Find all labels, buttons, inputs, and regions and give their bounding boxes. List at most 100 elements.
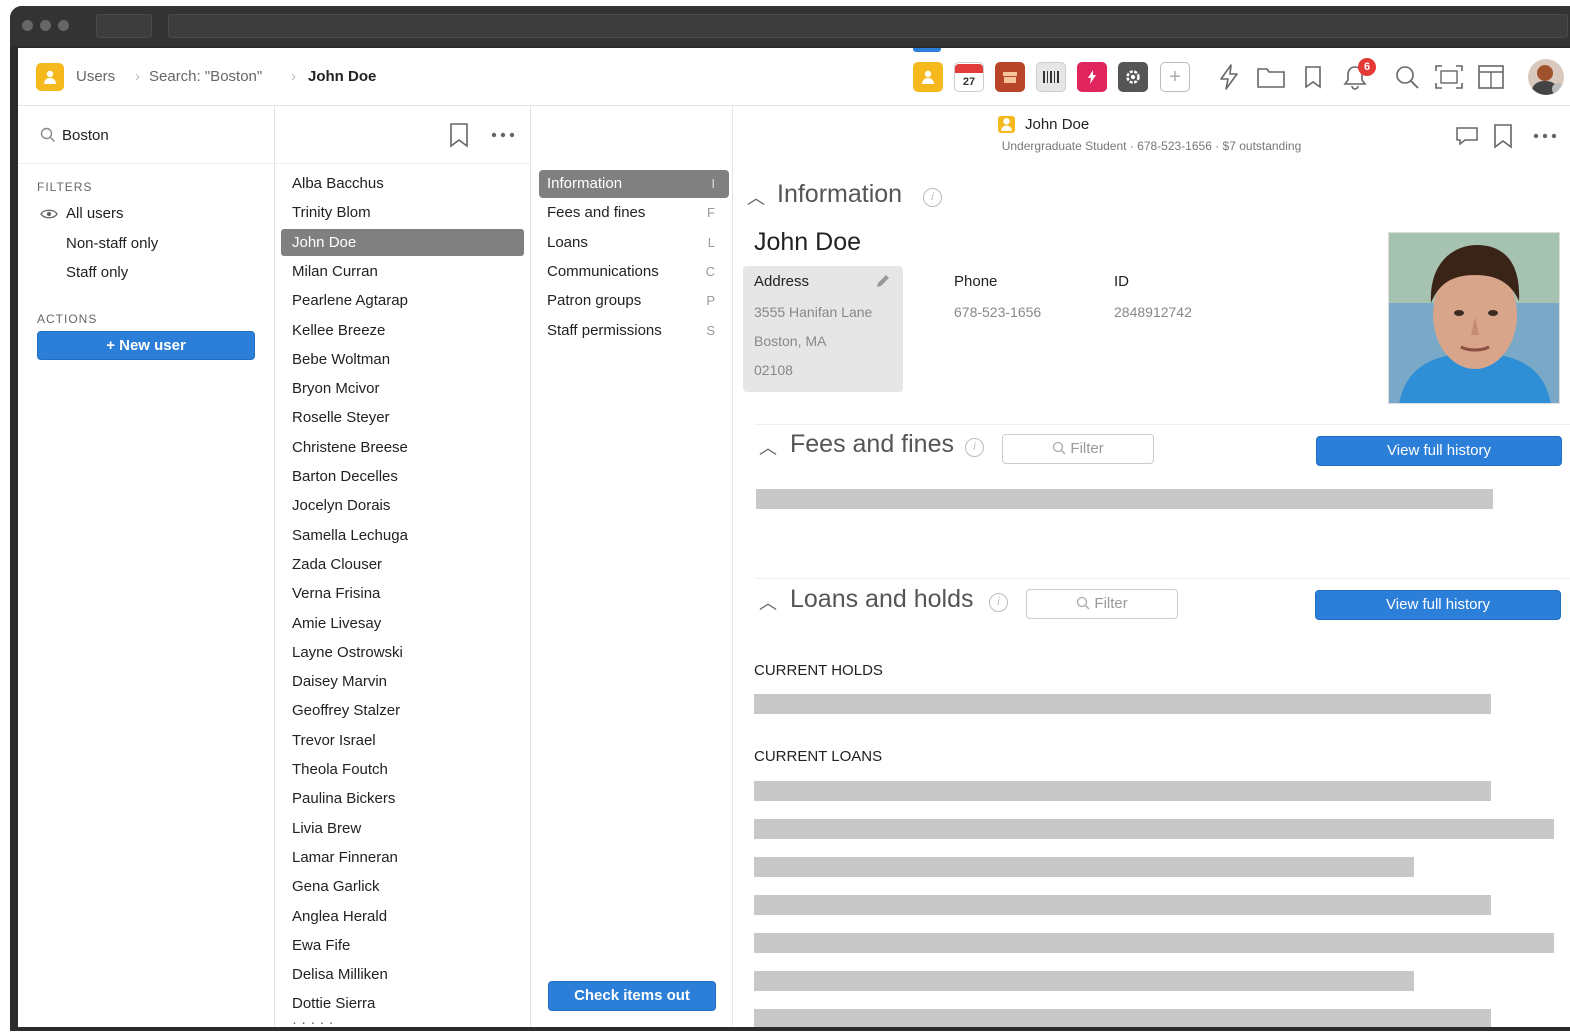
actions-label: ACTIONS [37, 312, 98, 326]
user-list-item[interactable]: Anglea Herald [281, 903, 524, 930]
user-list-item[interactable]: Trevor Israel [281, 727, 524, 754]
info-icon[interactable]: i [989, 593, 1008, 612]
more-options-icon[interactable] [1533, 133, 1557, 139]
user-avatar[interactable] [1528, 59, 1564, 95]
filter-placeholder: Filter [1094, 595, 1128, 612]
user-list-item[interactable]: Roselle Steyer [281, 404, 524, 431]
nav-shortcut-key: L [707, 234, 715, 250]
user-list-item[interactable]: Theola Foutch [281, 756, 524, 783]
nav-item-information[interactable]: Information I [539, 170, 729, 198]
address-bar[interactable] [168, 14, 1568, 38]
nav-item-patron-groups[interactable]: Patron groups P [539, 287, 729, 315]
user-list-item[interactable]: Layne Ostrowski [281, 639, 524, 666]
nav-item-label: Communications [547, 262, 659, 280]
loans-view-full-history-button[interactable]: View full history [1315, 590, 1561, 620]
user-list-item[interactable]: Kellee Breeze [281, 317, 524, 344]
nav-item-communications[interactable]: Communications C [539, 258, 729, 286]
user-photo [1388, 232, 1560, 404]
fullscreen-icon[interactable] [1432, 60, 1466, 94]
more-options-icon[interactable] [491, 132, 515, 138]
collapse-chevron-icon[interactable]: ︿ [759, 434, 777, 460]
user-list-item[interactable]: Geoffrey Stalzer [281, 697, 524, 724]
users-app-button[interactable] [913, 62, 943, 92]
user-list-item[interactable]: Amie Livesay [281, 610, 524, 637]
user-list-item[interactable]: Dottie Sierra [281, 990, 524, 1017]
user-list-item[interactable]: Trinity Blom [281, 199, 524, 226]
fees-fines-heading: Fees and fines [790, 430, 954, 458]
new-user-button[interactable]: + New user [37, 331, 255, 360]
user-list-item[interactable]: Ewa Fife [281, 932, 524, 959]
user-list-item[interactable]: Alba Bacchus [281, 170, 524, 197]
settings-gear-icon[interactable] [1118, 62, 1148, 92]
nav-shortcut-key: S [706, 322, 715, 338]
user-list-item[interactable]: Livia Brew [281, 815, 524, 842]
search-icon [1077, 596, 1090, 610]
loading-placeholder-bar [756, 489, 1493, 509]
search-icon [1053, 441, 1066, 455]
user-list-item[interactable]: Christene Breese [281, 434, 524, 461]
user-list-item[interactable]: Barton Decelles [281, 463, 524, 490]
user-list-item[interactable]: Daisey Marvin [281, 668, 524, 695]
address-card[interactable]: Address 3555 Hanifan Lane Boston, MA 021… [743, 266, 903, 392]
user-list-item[interactable]: Pearlene Agtarap [281, 287, 524, 314]
maximize-window-dot[interactable] [58, 20, 69, 31]
search-icon[interactable] [1390, 60, 1424, 94]
edit-pencil-icon[interactable] [875, 273, 891, 289]
record-subtitle: Undergraduate Student · 678-523-1656 · $… [1001, 139, 1302, 153]
loading-placeholder-bar [754, 694, 1491, 714]
filters-label: FILTERS [37, 180, 93, 194]
user-list-item[interactable]: Verna Frisina [281, 580, 524, 607]
breadcrumb-search[interactable]: Search: "Boston" [149, 68, 262, 85]
user-list-item[interactable]: Jocelyn Dorais [281, 492, 524, 519]
user-list-item[interactable]: Gena Garlick [281, 873, 524, 900]
info-icon[interactable]: i [965, 438, 984, 457]
nav-item-fees-and-fines[interactable]: Fees and fines F [539, 199, 729, 227]
breadcrumb-app[interactable]: Users [76, 68, 115, 85]
phone-label: Phone [954, 273, 998, 290]
collapse-chevron-icon[interactable]: ︿ [747, 184, 765, 210]
barcode-icon[interactable] [1036, 62, 1066, 92]
record-header: John Doe Undergraduate Student · 678-523… [733, 106, 1570, 164]
user-list-item[interactable]: Bebe Woltman [281, 346, 524, 373]
window-frame: Users › Search: "Boston" › John Doe 27 +… [10, 6, 1570, 1031]
fees-view-full-history-button[interactable]: View full history [1316, 436, 1562, 466]
user-list-item[interactable]: Delisa Milliken [281, 961, 524, 988]
bookmark-icon[interactable] [449, 122, 469, 148]
lightning-icon[interactable] [1212, 60, 1246, 94]
user-list-item[interactable]: Milan Curran [281, 258, 524, 285]
collapse-chevron-icon[interactable]: ︿ [759, 589, 777, 615]
close-window-dot[interactable] [22, 20, 33, 31]
browser-tab[interactable] [96, 14, 152, 38]
minimize-window-dot[interactable] [40, 20, 51, 31]
calendar-icon[interactable]: 27 [954, 62, 984, 92]
inventory-icon[interactable] [995, 62, 1025, 92]
info-icon[interactable]: i [923, 188, 942, 207]
panes-layout-icon[interactable] [1474, 60, 1508, 94]
comment-icon[interactable] [1455, 126, 1479, 146]
bookmark-icon[interactable] [1493, 123, 1513, 149]
fees-filter-input[interactable]: Filter [1002, 434, 1154, 464]
nav-item-loans[interactable]: Loans L [539, 229, 729, 257]
check-items-out-button[interactable]: Check items out [548, 981, 716, 1011]
requests-icon[interactable] [1077, 62, 1107, 92]
user-list-item[interactable]: John Doe [281, 228, 524, 256]
user-list-item[interactable]: Lamar Finneran [281, 844, 524, 871]
nav-item-staff-permissions[interactable]: Staff permissions S [539, 317, 729, 345]
user-list-item[interactable]: Samella Lechuga [281, 522, 524, 549]
user-list-item[interactable]: Paulina Bickers [281, 785, 524, 812]
user-list-item[interactable]: Bryon Mcivor [281, 375, 524, 402]
search-input[interactable] [62, 122, 262, 148]
filter-staff-only[interactable]: Staff only [66, 264, 128, 281]
notifications-bell-icon[interactable]: 6 [1338, 58, 1376, 94]
folder-icon[interactable] [1254, 60, 1288, 94]
id-value: 2848912742 [1114, 304, 1192, 320]
loans-filter-input[interactable]: Filter [1026, 589, 1178, 619]
user-list-item[interactable]: Zada Clouser [281, 551, 524, 578]
filter-all-users[interactable]: All users [66, 205, 124, 222]
filter-non-staff[interactable]: Non-staff only [66, 235, 158, 252]
users-app-icon[interactable] [36, 63, 64, 91]
loading-placeholder-bar [754, 933, 1554, 953]
address-label: Address [754, 273, 810, 290]
add-app-icon[interactable]: + [1160, 62, 1190, 92]
bookmark-icon[interactable] [1296, 60, 1330, 94]
